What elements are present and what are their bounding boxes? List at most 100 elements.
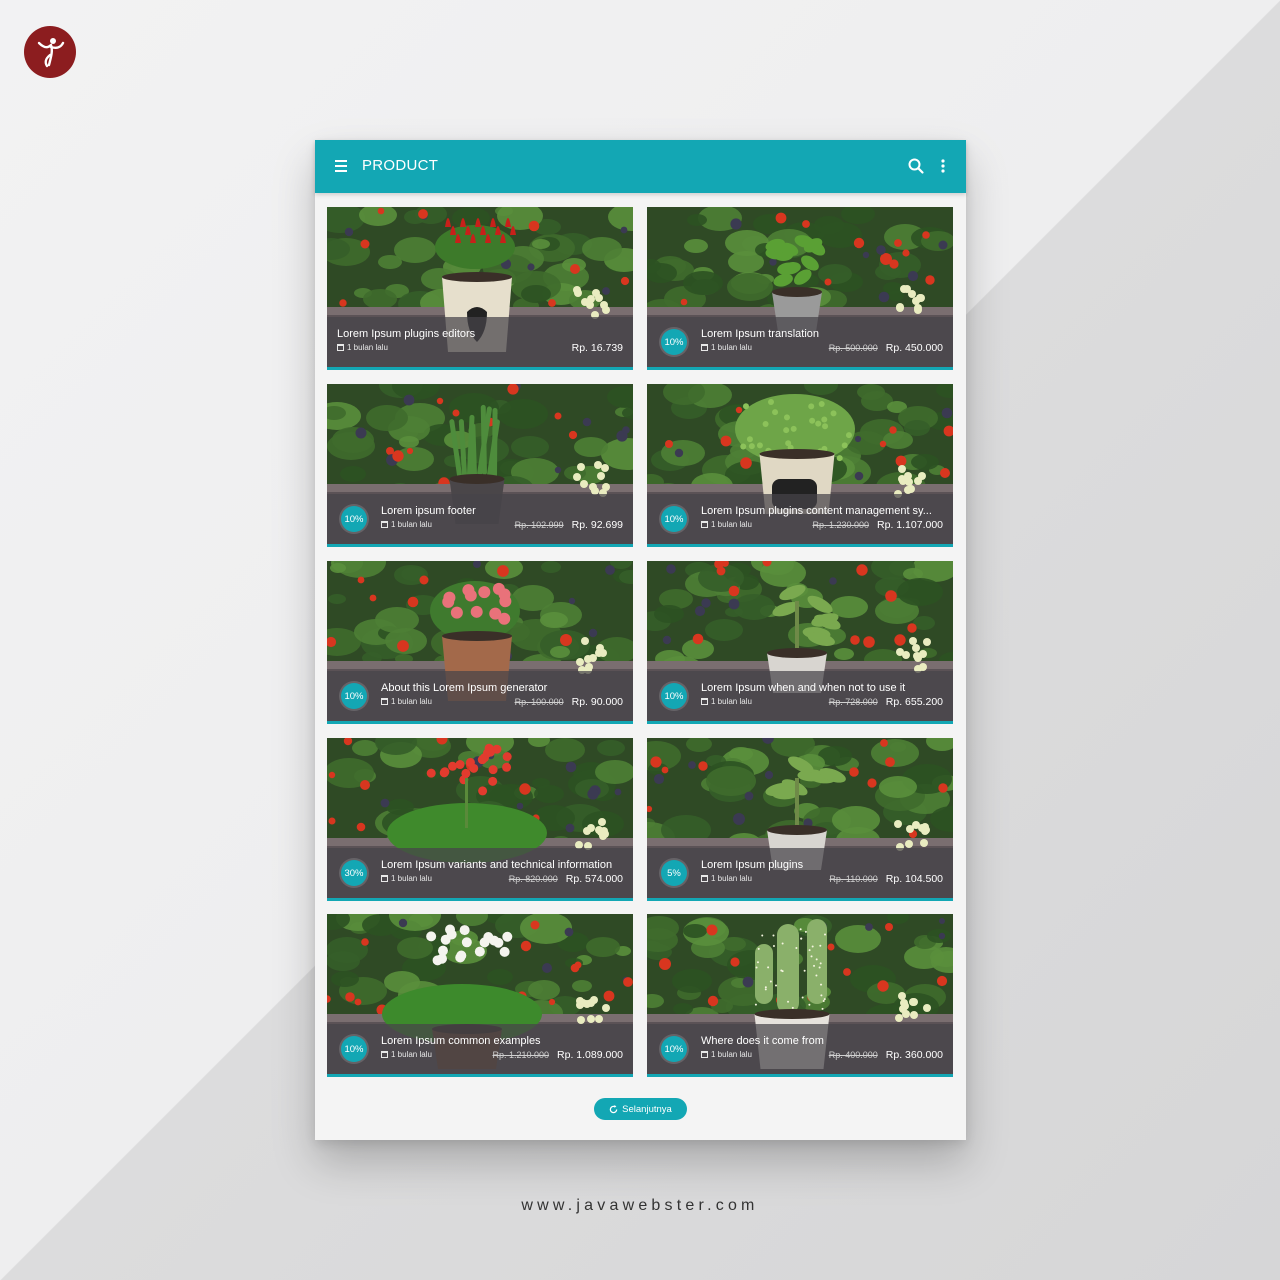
discount-badge: 10% <box>661 329 687 355</box>
old-price: Rp. 728.000 <box>828 697 878 707</box>
product-card[interactable]: 10% Lorem Ipsum translation 1 bulan lalu… <box>647 207 953 370</box>
product-card[interactable]: 10% Where does it come from 1 bulan lalu… <box>647 914 953 1077</box>
old-price: Rp. 100.000 <box>514 697 564 707</box>
product-caption: Lorem Ipsum plugins editors 1 bulan lalu… <box>327 317 633 367</box>
product-title: Lorem Ipsum translation <box>701 328 819 340</box>
product-caption: 10% About this Lorem Ipsum generator 1 b… <box>327 671 633 721</box>
product-date: 1 bulan lalu <box>701 343 752 352</box>
calendar-icon <box>701 344 708 351</box>
product-prices: Rp. 110.000 Rp. 104.500 <box>829 873 943 885</box>
discount-badge: 5% <box>661 860 687 886</box>
product-prices: Rp. 820.000 Rp. 574.000 <box>509 873 623 885</box>
product-title: Where does it come from <box>701 1035 824 1047</box>
product-time: 1 bulan lalu <box>711 697 752 706</box>
product-date: 1 bulan lalu <box>381 1050 432 1059</box>
hamburger-menu-icon[interactable] <box>335 160 347 172</box>
product-prices: Rp. 16.739 <box>572 342 623 354</box>
product-caption: 10% Lorem Ipsum plugins content manageme… <box>647 494 953 544</box>
dancer-logo-icon <box>37 38 65 68</box>
product-date: 1 bulan lalu <box>337 343 388 352</box>
old-price: Rp. 1.210.000 <box>492 1050 550 1060</box>
product-card[interactable]: 10% Lorem Ipsum when and when not to use… <box>647 561 953 724</box>
product-time: 1 bulan lalu <box>347 343 388 352</box>
calendar-icon <box>701 521 708 528</box>
product-card[interactable]: 30% Lorem Ipsum variants and technical i… <box>327 738 633 901</box>
discount-badge: 10% <box>661 1036 687 1062</box>
brand-logo <box>24 26 76 78</box>
product-date: 1 bulan lalu <box>701 1050 752 1059</box>
next-page-label: Selanjutnya <box>622 1103 672 1115</box>
product-title: About this Lorem Ipsum generator <box>381 682 548 694</box>
price: Rp. 574.000 <box>565 873 623 885</box>
product-caption: 10% Lorem ipsum footer 1 bulan lalu Rp. … <box>327 494 633 544</box>
product-caption: 10% Lorem Ipsum when and when not to use… <box>647 671 953 721</box>
product-time: 1 bulan lalu <box>391 697 432 706</box>
price: Rp. 1.089.000 <box>557 1049 623 1061</box>
calendar-icon <box>381 1051 388 1058</box>
discount-badge: 10% <box>661 683 687 709</box>
calendar-icon <box>381 875 388 882</box>
product-caption: 5% Lorem Ipsum plugins 1 bulan lalu Rp. … <box>647 848 953 898</box>
product-caption: 10% Where does it come from 1 bulan lalu… <box>647 1024 953 1074</box>
calendar-icon <box>701 1051 708 1058</box>
product-title: Lorem Ipsum plugins editors <box>337 328 476 340</box>
product-prices: Rp. 1.230.000 Rp. 1.107.000 <box>812 519 943 531</box>
product-date: 1 bulan lalu <box>701 697 752 706</box>
price: Rp. 92.699 <box>571 519 623 531</box>
calendar-icon <box>381 521 388 528</box>
product-date: 1 bulan lalu <box>381 874 432 883</box>
footer-url: www.javawebster.com <box>521 1197 759 1214</box>
old-price: Rp. 1.230.000 <box>812 520 870 530</box>
product-prices: Rp. 400.000 Rp. 360.000 <box>829 1049 943 1061</box>
discount-badge: 10% <box>341 683 367 709</box>
product-time: 1 bulan lalu <box>391 1050 432 1059</box>
price: Rp. 450.000 <box>885 342 943 354</box>
product-date: 1 bulan lalu <box>381 697 432 706</box>
discount-badge: 10% <box>341 506 367 532</box>
product-card[interactable]: 10% Lorem ipsum footer 1 bulan lalu Rp. … <box>327 384 633 547</box>
refresh-icon <box>609 1104 618 1113</box>
product-title: Lorem Ipsum when and when not to use it <box>701 682 906 694</box>
calendar-icon <box>701 698 708 705</box>
product-time: 1 bulan lalu <box>391 520 432 529</box>
discount-badge: 30% <box>341 860 367 886</box>
product-prices: Rp. 1.210.000 Rp. 1.089.000 <box>492 1049 623 1061</box>
product-prices: Rp. 102.999 Rp. 92.699 <box>515 519 623 531</box>
product-time: 1 bulan lalu <box>711 1050 752 1059</box>
app-bar: PRODUCT <box>315 140 966 193</box>
product-date: 1 bulan lalu <box>701 520 752 529</box>
old-price: Rp. 400.000 <box>828 1050 878 1060</box>
product-title: Lorem Ipsum plugins <box>701 859 804 871</box>
old-price: Rp. 110.000 <box>829 874 878 884</box>
product-time: 1 bulan lalu <box>391 874 432 883</box>
product-prices: Rp. 500.000 Rp. 450.000 <box>829 342 943 354</box>
product-card[interactable]: 10% About this Lorem Ipsum generator 1 b… <box>327 561 633 724</box>
product-title: Lorem ipsum footer <box>381 505 476 517</box>
product-time: 1 bulan lalu <box>711 343 752 352</box>
product-card[interactable]: 10% Lorem Ipsum plugins content manageme… <box>647 384 953 547</box>
more-vert-icon[interactable] <box>939 157 947 175</box>
old-price: Rp. 102.999 <box>514 520 564 530</box>
product-prices: Rp. 100.000 Rp. 90.000 <box>515 696 623 708</box>
price: Rp. 104.500 <box>885 873 943 885</box>
price: Rp. 360.000 <box>885 1049 943 1061</box>
product-card[interactable]: 10% Lorem Ipsum common examples 1 bulan … <box>327 914 633 1077</box>
product-prices: Rp. 728.000 Rp. 655.200 <box>829 696 943 708</box>
product-time: 1 bulan lalu <box>711 520 752 529</box>
next-page-button[interactable]: Selanjutnya <box>594 1098 687 1120</box>
old-price: Rp. 500.000 <box>828 343 878 353</box>
product-card[interactable]: 5% Lorem Ipsum plugins 1 bulan lalu Rp. … <box>647 738 953 901</box>
price: Rp. 655.200 <box>885 696 943 708</box>
discount-badge: 10% <box>661 506 687 532</box>
calendar-icon <box>381 698 388 705</box>
product-date: 1 bulan lalu <box>381 520 432 529</box>
product-title: Lorem Ipsum plugins content management s… <box>701 505 932 517</box>
page-title: PRODUCT <box>362 157 439 174</box>
search-icon[interactable] <box>907 157 925 175</box>
calendar-icon <box>701 875 708 882</box>
product-caption: 10% Lorem Ipsum translation 1 bulan lalu… <box>647 317 953 367</box>
calendar-icon <box>337 344 344 351</box>
product-card[interactable]: Lorem Ipsum plugins editors 1 bulan lalu… <box>327 207 633 370</box>
discount-badge: 10% <box>341 1036 367 1062</box>
product-date: 1 bulan lalu <box>701 874 752 883</box>
